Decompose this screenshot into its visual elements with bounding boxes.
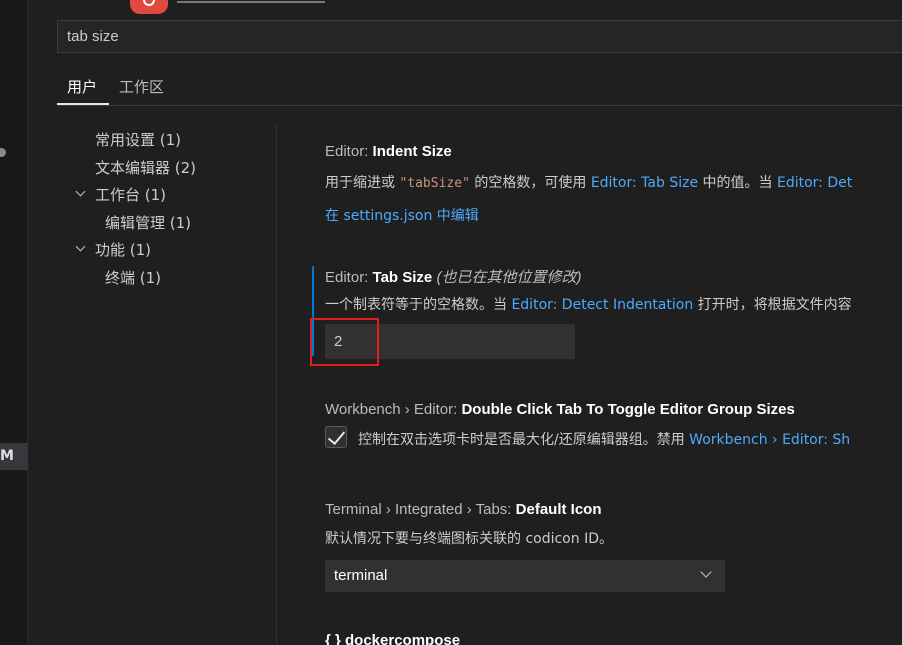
highlight-annotation-box: [310, 318, 379, 366]
settings-search-input[interactable]: tab size: [57, 20, 902, 53]
left-strip-badge[interactable]: M: [0, 443, 28, 470]
chevron-down-icon[interactable]: [76, 244, 86, 254]
double-click-tab-checkbox[interactable]: [325, 426, 347, 448]
edit-in-settings-json-link[interactable]: 在 settings.json 中编辑: [325, 205, 479, 225]
toc-item-terminal[interactable]: 终端 (1): [105, 267, 161, 288]
setting-desc-default-icon: 默认情况下要与终端图标关联的 codicon ID。: [325, 531, 613, 547]
code-tabsize: "tabSize": [399, 176, 470, 191]
tab-user[interactable]: 用户: [67, 76, 97, 97]
toc-item-features[interactable]: 功能 (1): [95, 239, 151, 260]
setting-title-indent-size: Editor: Indent Size: [325, 143, 452, 160]
dot-indicator: [0, 148, 6, 157]
modified-elsewhere-note[interactable]: (也已在其他位置修改): [436, 269, 581, 286]
toc-item-editor-management[interactable]: 编辑管理 (1): [105, 212, 191, 233]
default-icon-select[interactable]: terminal: [325, 560, 725, 592]
toc-item-common[interactable]: 常用设置 (1): [95, 129, 181, 150]
section-title-dockercompose: { } dockercompose: [325, 632, 461, 645]
setting-desc-tab-size: 一个制表符等于的空格数。当 Editor: Detect Indentation…: [325, 297, 852, 313]
settings-toc: 常用设置 (1) 文本编辑器 (2) 工作台 (1) 编辑管理 (1) 功能 (…: [57, 124, 277, 645]
link-tab-size[interactable]: Editor: Tab Size: [591, 175, 698, 191]
setting-desc-double-click-tab: 控制在双击选项卡时是否最大化/还原编辑器组。禁用 Workbench › Edi…: [358, 432, 851, 448]
active-tab-underline: [177, 1, 325, 3]
setting-title-tab-size: Editor: Tab Size (也已在其他位置修改): [325, 269, 582, 286]
settings-scope-tabs: 用户 工作区: [57, 72, 902, 106]
default-icon-select-value: terminal: [334, 567, 388, 584]
tab-workspace[interactable]: 工作区: [119, 76, 164, 97]
toc-item-workbench[interactable]: 工作台 (1): [95, 184, 166, 205]
editor-tab-icon[interactable]: [130, 0, 168, 14]
chevron-down-icon[interactable]: [702, 569, 711, 578]
setting-title-double-click-tab: Workbench › Editor: Double Click Tab To …: [325, 401, 795, 418]
tab-user-active-indicator: [57, 103, 109, 105]
link-detect-indentation[interactable]: Editor: Det: [777, 175, 852, 191]
left-panel-strip: M: [0, 0, 28, 645]
setting-title-default-icon: Terminal › Integrated › Tabs: Default Ic…: [325, 501, 602, 518]
toc-item-text-editor[interactable]: 文本编辑器 (2): [95, 157, 196, 178]
link-workbench-editor[interactable]: Workbench › Editor: Sh: [689, 432, 850, 448]
chevron-down-icon[interactable]: [76, 189, 86, 199]
settings-list: Editor: Indent Size 用于缩进或 "tabSize" 的空格数…: [278, 124, 902, 645]
link-detect-indentation[interactable]: Editor: Detect Indentation: [511, 297, 693, 313]
setting-desc-indent-size: 用于缩进或 "tabSize" 的空格数，可使用 Editor: Tab Siz…: [325, 175, 853, 191]
